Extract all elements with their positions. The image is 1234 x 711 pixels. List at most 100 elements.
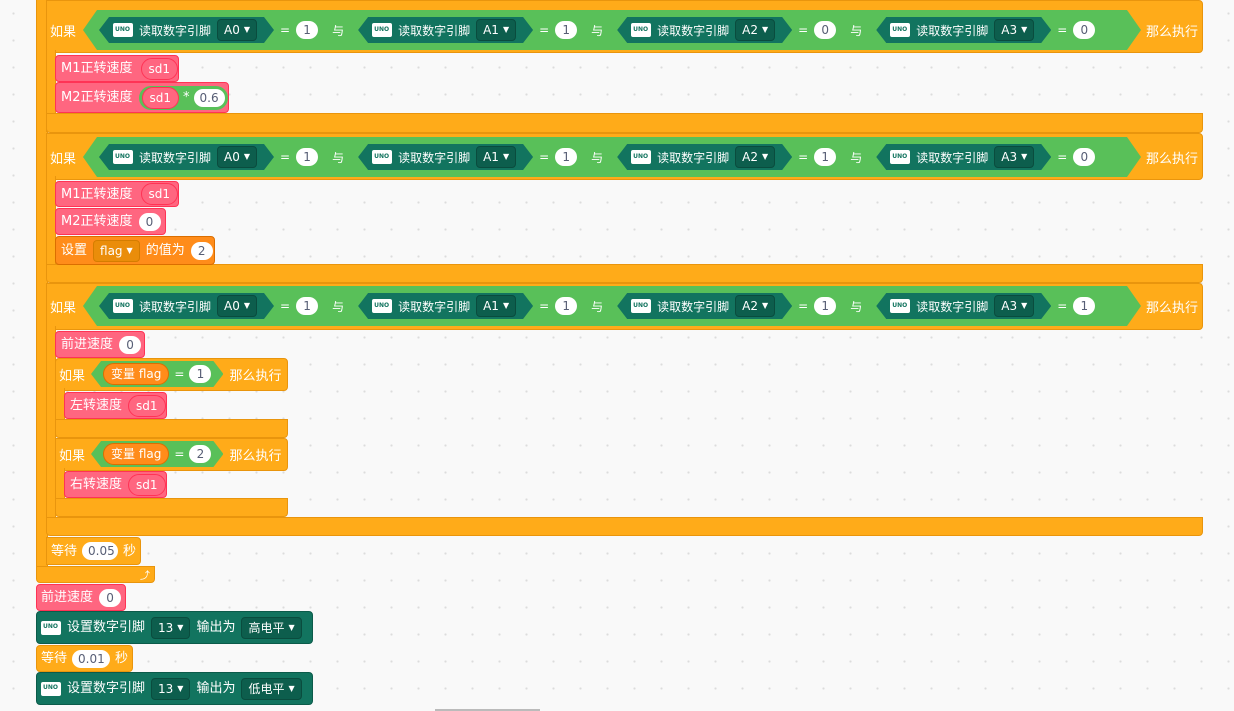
if-1-condition[interactable]: 读取数字引脚A0▼ = 1 与 读取数字引脚A1▼ = 1 与 读取数字引脚A2… [83,10,1141,50]
pin-dropdown[interactable]: A0 ▼ [217,295,257,317]
pin-dropdown[interactable]: A2 ▼ [735,295,775,317]
flag-condition[interactable]: 变量 flag = 1 [91,361,223,387]
wait-block[interactable]: 等待 0.05 秒 [46,537,141,565]
read-pin-block[interactable]: 读取数字引脚A2▼ [617,293,792,319]
flag-variable[interactable]: 变量 flag [103,443,169,465]
m2-speed-block[interactable]: M2正转速度 sd1 * 0.6 [55,82,229,113]
m2-speed-block[interactable]: M2正转速度 0 [55,208,166,235]
set-digital-pin-block[interactable]: 设置数字引脚 13▼ 输出为 低电平▼ [36,672,313,705]
if-block-1-row: 如果 [50,10,76,50]
pin-dropdown[interactable]: A0 ▼ [217,19,257,41]
level-dropdown[interactable]: 低电平 ▼ [241,677,302,700]
level-dropdown[interactable]: 高电平 ▼ [241,616,302,639]
read-pin-block[interactable]: 读取数字引脚A1▼ [358,144,533,170]
value-input[interactable]: 1 [814,148,836,166]
read-pin-block[interactable]: 读取数字引脚A0▼ [99,17,274,43]
pin-dropdown[interactable]: A3 ▼ [994,146,1034,168]
turn-left-block[interactable]: 左转速度 sd1 [64,392,167,419]
read-pin-block[interactable]: 读取数字引脚A2▼ [617,17,792,43]
speed-input[interactable]: 0 [99,588,122,607]
value-input[interactable]: 2 [189,445,211,463]
speed-var[interactable]: sd1 [140,183,179,205]
forward-speed-block[interactable]: 前进速度 0 [55,331,145,358]
then-label: 那么执行 [1146,151,1199,167]
read-pin-block[interactable]: 读取数字引脚A2▼ [617,144,792,170]
speed-var[interactable]: sd1 [141,86,180,109]
loop-block-footer[interactable] [36,566,155,583]
value-input[interactable]: 1 [1073,297,1095,315]
caret-down-icon: ▼ [762,25,769,34]
uno-board-icon [890,299,910,313]
read-pin-block[interactable]: 读取数字引脚A0▼ [99,293,274,319]
speed-input[interactable]: 0 [138,212,161,231]
value-input[interactable]: 2 [190,241,213,260]
uno-board-icon [113,23,133,37]
if-block-2-foot[interactable] [46,264,1203,283]
value-input[interactable]: 0 [814,21,836,39]
then-label: 那么执行 [1146,300,1199,316]
value-input[interactable]: 1 [189,365,211,383]
inner-if-2-foot[interactable] [55,498,288,517]
pin-dropdown[interactable]: A2 ▼ [735,19,775,41]
pin-dropdown[interactable]: A3 ▼ [994,295,1034,317]
multiply-block[interactable]: sd1 * 0.6 [138,85,228,110]
seconds-input[interactable]: 0.01 [72,649,110,668]
set-variable-block[interactable]: 设置 flag ▼ 的值为 2 [55,236,215,265]
value-input[interactable]: 1 [814,297,836,315]
set-digital-pin-block[interactable]: 设置数字引脚 13▼ 输出为 高电平▼ [36,611,313,644]
caret-down-icon: ▼ [502,25,510,34]
if-label: 如果 [59,448,86,464]
read-pin-block[interactable]: 读取数字引脚A3▼ [876,293,1051,319]
value-input[interactable]: 1 [555,297,577,315]
uno-board-icon [890,23,910,37]
uno-board-icon [113,299,133,313]
read-pin-block[interactable]: 读取数字引脚A0▼ [99,144,274,170]
value-input[interactable]: 1 [296,148,318,166]
forward-speed-block[interactable]: 前进速度 0 [36,584,126,611]
pin-dropdown[interactable]: 13 ▼ [151,677,191,700]
pin-dropdown[interactable]: A2 ▼ [735,146,775,168]
pin-dropdown[interactable]: 13 ▼ [151,616,191,639]
if-3-condition[interactable]: 读取数字引脚A0▼ = 1 与 读取数字引脚A1▼ = 1 与 读取数字引脚A2… [83,286,1141,326]
m1-speed-block[interactable]: M1正转速度 sd1 [55,181,179,207]
uno-board-icon [372,23,392,37]
m1-speed-block[interactable]: M1正转速度 sd1 [55,55,179,82]
flag-variable[interactable]: 变量 flag [103,363,169,385]
factor-input[interactable]: 0.6 [193,88,225,107]
value-input[interactable]: 1 [555,21,577,39]
uno-board-icon [631,23,651,37]
read-pin-block[interactable]: 读取数字引脚A1▼ [358,17,533,43]
wait-block[interactable]: 等待 0.01 秒 [36,645,133,672]
turn-right-block[interactable]: 右转速度 sd1 [64,471,167,498]
pin-dropdown[interactable]: A0 ▼ [217,146,257,168]
value-input[interactable]: 1 [296,21,318,39]
uno-board-icon [631,299,651,313]
value-input[interactable]: 1 [555,148,577,166]
if-label: 如果 [50,151,77,167]
if-block-3-foot[interactable] [46,517,1203,536]
read-pin-block[interactable]: 读取数字引脚A3▼ [876,144,1051,170]
read-pin-block[interactable]: 读取数字引脚A3▼ [876,17,1051,43]
uno-board-icon [41,681,61,696]
speed-var[interactable]: sd1 [128,394,166,417]
speed-var[interactable]: sd1 [140,57,179,80]
read-pin-block[interactable]: 读取数字引脚A1▼ [358,293,533,319]
inner-if-1-foot[interactable] [55,419,288,438]
seconds-input[interactable]: 0.05 [82,542,118,560]
pin-dropdown[interactable]: A1 ▼ [476,146,516,168]
pin-dropdown[interactable]: A3 ▼ [994,19,1034,41]
speed-input[interactable]: 0 [119,335,142,354]
value-input[interactable]: 0 [1073,21,1095,39]
caret-down-icon: ▼ [762,301,769,310]
caret-down-icon: ▼ [1021,25,1028,34]
if-block-1-foot[interactable] [46,113,1203,133]
speed-var[interactable]: sd1 [128,473,166,496]
flag-condition[interactable]: 变量 flag = 2 [91,441,223,467]
loop-arrow-icon: ⤴ [140,571,150,582]
variable-dropdown[interactable]: flag ▼ [93,239,140,262]
value-input[interactable]: 0 [1073,148,1095,166]
pin-dropdown[interactable]: A1 ▼ [476,19,516,41]
if-2-condition[interactable]: 读取数字引脚A0▼ = 1 与 读取数字引脚A1▼ = 1 与 读取数字引脚A2… [83,137,1141,177]
pin-dropdown[interactable]: A1 ▼ [476,295,516,317]
value-input[interactable]: 1 [296,297,318,315]
